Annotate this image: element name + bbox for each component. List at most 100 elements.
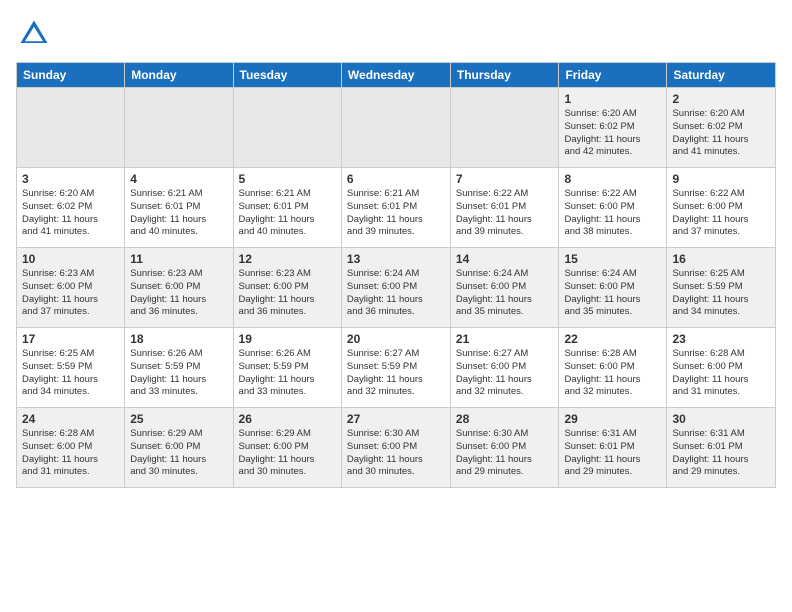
day-info: Sunrise: 6:29 AM Sunset: 6:00 PM Dayligh…	[239, 428, 336, 479]
day-number: 9	[672, 172, 770, 186]
logo-icon	[16, 16, 52, 52]
calendar-day-cell: 29 Sunrise: 6:31 AM Sunset: 6:01 PM Dayli…	[559, 408, 667, 488]
day-number: 28	[456, 412, 554, 426]
calendar-day-cell: 22 Sunrise: 6:28 AM Sunset: 6:00 PM Dayli…	[559, 328, 667, 408]
calendar-day-cell	[450, 88, 559, 168]
day-number: 5	[239, 172, 336, 186]
page: SundayMondayTuesdayWednesdayThursdayFrid…	[0, 0, 792, 612]
day-info: Sunrise: 6:30 AM Sunset: 6:00 PM Dayligh…	[347, 428, 445, 479]
day-number: 27	[347, 412, 445, 426]
calendar-day-cell: 4 Sunrise: 6:21 AM Sunset: 6:01 PM Daylig…	[125, 168, 233, 248]
day-info: Sunrise: 6:23 AM Sunset: 6:00 PM Dayligh…	[130, 268, 227, 319]
weekday-header-row: SundayMondayTuesdayWednesdayThursdayFrid…	[17, 63, 776, 88]
calendar-day-cell: 19 Sunrise: 6:26 AM Sunset: 5:59 PM Dayli…	[233, 328, 341, 408]
calendar-day-cell: 16 Sunrise: 6:25 AM Sunset: 5:59 PM Dayli…	[667, 248, 776, 328]
calendar-day-cell: 18 Sunrise: 6:26 AM Sunset: 5:59 PM Dayli…	[125, 328, 233, 408]
day-number: 22	[564, 332, 661, 346]
day-info: Sunrise: 6:28 AM Sunset: 6:00 PM Dayligh…	[672, 348, 770, 399]
calendar-day-cell: 30 Sunrise: 6:31 AM Sunset: 6:01 PM Dayli…	[667, 408, 776, 488]
day-info: Sunrise: 6:20 AM Sunset: 6:02 PM Dayligh…	[22, 188, 119, 239]
weekday-header: Saturday	[667, 63, 776, 88]
calendar-day-cell: 24 Sunrise: 6:28 AM Sunset: 6:00 PM Dayli…	[17, 408, 125, 488]
calendar-day-cell: 26Sunrise: 6:29 AM Sunset: 6:00 PM Dayli…	[233, 408, 341, 488]
calendar-day-cell: 10 Sunrise: 6:23 AM Sunset: 6:00 PM Dayli…	[17, 248, 125, 328]
day-info: Sunrise: 6:27 AM Sunset: 5:59 PM Dayligh…	[347, 348, 445, 399]
day-number: 21	[456, 332, 554, 346]
day-number: 29	[564, 412, 661, 426]
day-number: 12	[239, 252, 336, 266]
day-number: 23	[672, 332, 770, 346]
calendar-day-cell: 20 Sunrise: 6:27 AM Sunset: 5:59 PM Dayli…	[341, 328, 450, 408]
day-info: Sunrise: 6:25 AM Sunset: 5:59 PM Dayligh…	[22, 348, 119, 399]
day-info: Sunrise: 6:27 AM Sunset: 6:00 PM Dayligh…	[456, 348, 554, 399]
day-number: 11	[130, 252, 227, 266]
day-info: Sunrise: 6:29 AM Sunset: 6:00 PM Dayligh…	[130, 428, 227, 479]
day-number: 6	[347, 172, 445, 186]
day-number: 7	[456, 172, 554, 186]
day-info: Sunrise: 6:30 AM Sunset: 6:00 PM Dayligh…	[456, 428, 554, 479]
calendar-table: SundayMondayTuesdayWednesdayThursdayFrid…	[16, 62, 776, 488]
day-info: Sunrise: 6:24 AM Sunset: 6:00 PM Dayligh…	[347, 268, 445, 319]
weekday-header: Sunday	[17, 63, 125, 88]
calendar-day-cell: 23 Sunrise: 6:28 AM Sunset: 6:00 PM Dayli…	[667, 328, 776, 408]
day-info: Sunrise: 6:31 AM Sunset: 6:01 PM Dayligh…	[564, 428, 661, 479]
calendar-week-row: 24 Sunrise: 6:28 AM Sunset: 6:00 PM Dayli…	[17, 408, 776, 488]
day-info: Sunrise: 6:28 AM Sunset: 6:00 PM Dayligh…	[22, 428, 119, 479]
calendar-day-cell	[17, 88, 125, 168]
calendar-day-cell: 3 Sunrise: 6:20 AM Sunset: 6:02 PM Daylig…	[17, 168, 125, 248]
weekday-header: Friday	[559, 63, 667, 88]
day-number: 18	[130, 332, 227, 346]
day-info: Sunrise: 6:26 AM Sunset: 5:59 PM Dayligh…	[130, 348, 227, 399]
calendar-day-cell: 21 Sunrise: 6:27 AM Sunset: 6:00 PM Dayli…	[450, 328, 559, 408]
weekday-header: Monday	[125, 63, 233, 88]
day-number: 24	[22, 412, 119, 426]
calendar-day-cell: 5 Sunrise: 6:21 AM Sunset: 6:01 PM Daylig…	[233, 168, 341, 248]
day-info: Sunrise: 6:28 AM Sunset: 6:00 PM Dayligh…	[564, 348, 661, 399]
day-number: 4	[130, 172, 227, 186]
calendar-day-cell: 25Sunrise: 6:29 AM Sunset: 6:00 PM Dayli…	[125, 408, 233, 488]
day-info: Sunrise: 6:21 AM Sunset: 6:01 PM Dayligh…	[347, 188, 445, 239]
day-info: Sunrise: 6:21 AM Sunset: 6:01 PM Dayligh…	[130, 188, 227, 239]
day-info: Sunrise: 6:31 AM Sunset: 6:01 PM Dayligh…	[672, 428, 770, 479]
day-info: Sunrise: 6:23 AM Sunset: 6:00 PM Dayligh…	[239, 268, 336, 319]
day-number: 20	[347, 332, 445, 346]
day-number: 2	[672, 92, 770, 106]
calendar-day-cell: 15 Sunrise: 6:24 AM Sunset: 6:00 PM Dayli…	[559, 248, 667, 328]
day-info: Sunrise: 6:23 AM Sunset: 6:00 PM Dayligh…	[22, 268, 119, 319]
day-number: 19	[239, 332, 336, 346]
day-number: 30	[672, 412, 770, 426]
weekday-header: Thursday	[450, 63, 559, 88]
calendar-week-row: 10 Sunrise: 6:23 AM Sunset: 6:00 PM Dayli…	[17, 248, 776, 328]
day-number: 13	[347, 252, 445, 266]
day-info: Sunrise: 6:24 AM Sunset: 6:00 PM Dayligh…	[456, 268, 554, 319]
day-number: 10	[22, 252, 119, 266]
calendar-day-cell: 8Sunrise: 6:22 AM Sunset: 6:00 PM Daylig…	[559, 168, 667, 248]
day-number: 3	[22, 172, 119, 186]
day-info: Sunrise: 6:20 AM Sunset: 6:02 PM Dayligh…	[564, 108, 661, 159]
weekday-header: Tuesday	[233, 63, 341, 88]
day-info: Sunrise: 6:26 AM Sunset: 5:59 PM Dayligh…	[239, 348, 336, 399]
calendar-day-cell: 11 Sunrise: 6:23 AM Sunset: 6:00 PM Dayli…	[125, 248, 233, 328]
day-info: Sunrise: 6:22 AM Sunset: 6:00 PM Dayligh…	[564, 188, 661, 239]
calendar-day-cell: 14 Sunrise: 6:24 AM Sunset: 6:00 PM Dayli…	[450, 248, 559, 328]
day-number: 14	[456, 252, 554, 266]
calendar-week-row: 1Sunrise: 6:20 AM Sunset: 6:02 PM Daylig…	[17, 88, 776, 168]
calendar-day-cell: 2 Sunrise: 6:20 AM Sunset: 6:02 PM Daylig…	[667, 88, 776, 168]
day-info: Sunrise: 6:24 AM Sunset: 6:00 PM Dayligh…	[564, 268, 661, 319]
day-number: 15	[564, 252, 661, 266]
day-number: 16	[672, 252, 770, 266]
day-info: Sunrise: 6:21 AM Sunset: 6:01 PM Dayligh…	[239, 188, 336, 239]
day-info: Sunrise: 6:22 AM Sunset: 6:01 PM Dayligh…	[456, 188, 554, 239]
day-info: Sunrise: 6:20 AM Sunset: 6:02 PM Dayligh…	[672, 108, 770, 159]
calendar-day-cell: 13 Sunrise: 6:24 AM Sunset: 6:00 PM Dayli…	[341, 248, 450, 328]
weekday-header: Wednesday	[341, 63, 450, 88]
header	[16, 16, 776, 52]
calendar-day-cell: 9 Sunrise: 6:22 AM Sunset: 6:00 PM Daylig…	[667, 168, 776, 248]
calendar-day-cell: 28 Sunrise: 6:30 AM Sunset: 6:00 PM Dayli…	[450, 408, 559, 488]
calendar-day-cell	[125, 88, 233, 168]
calendar-day-cell: 17Sunrise: 6:25 AM Sunset: 5:59 PM Dayli…	[17, 328, 125, 408]
day-info: Sunrise: 6:25 AM Sunset: 5:59 PM Dayligh…	[672, 268, 770, 319]
day-info: Sunrise: 6:22 AM Sunset: 6:00 PM Dayligh…	[672, 188, 770, 239]
logo	[16, 16, 56, 52]
calendar-week-row: 3 Sunrise: 6:20 AM Sunset: 6:02 PM Daylig…	[17, 168, 776, 248]
